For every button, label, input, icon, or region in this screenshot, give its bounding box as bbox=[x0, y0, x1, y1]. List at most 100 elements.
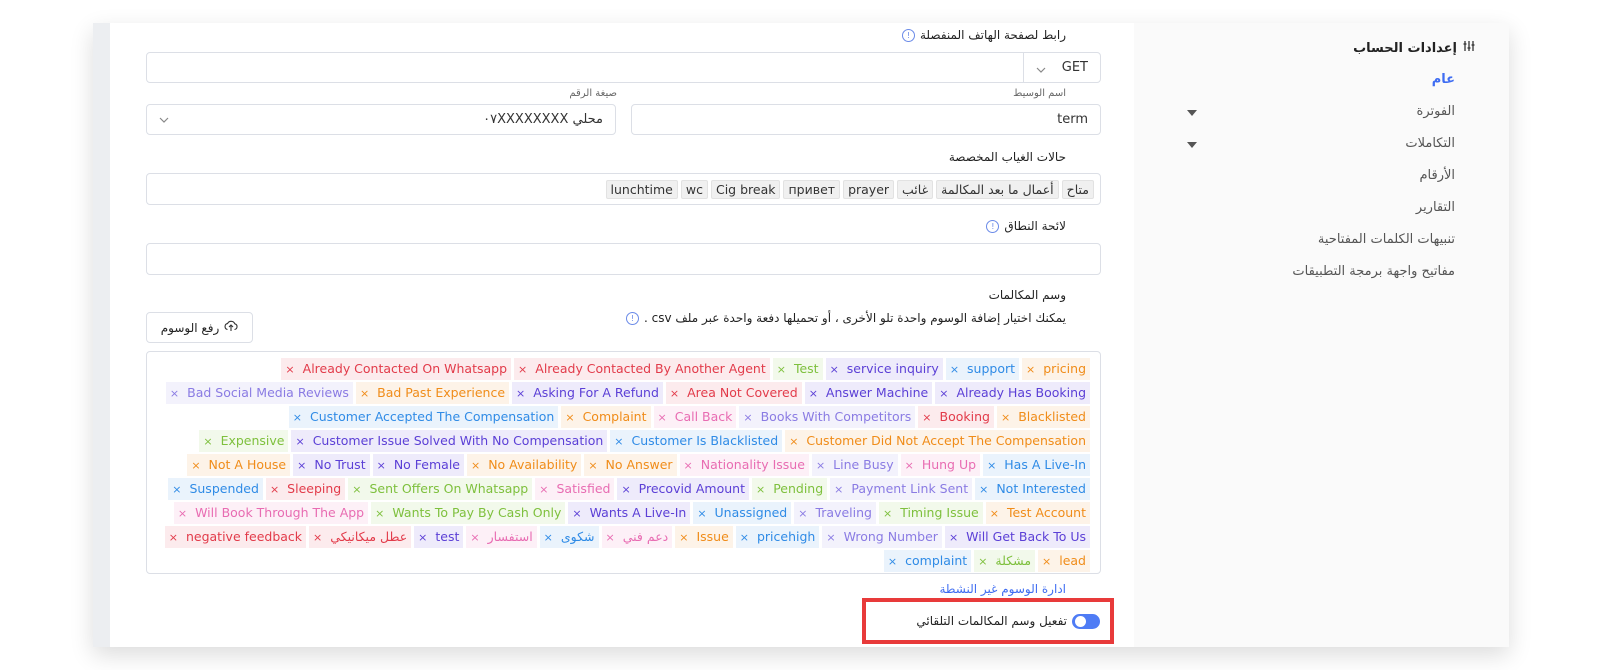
remove-tag-icon[interactable]: × bbox=[539, 480, 548, 499]
remove-tag-icon[interactable]: × bbox=[270, 480, 279, 499]
remove-tag-icon[interactable]: × bbox=[621, 480, 630, 499]
call-tag-label: Unassigned bbox=[714, 505, 788, 520]
remove-tag-icon[interactable]: × bbox=[816, 456, 825, 475]
tag-row: Already Has Booking× Answer Machine× Area … bbox=[163, 382, 1090, 404]
call-tag-label: Booking bbox=[939, 409, 990, 424]
sidebar-item[interactable]: التقارير bbox=[1416, 200, 1455, 215]
remove-tag-icon[interactable]: × bbox=[743, 408, 752, 427]
remove-tag-icon[interactable]: × bbox=[295, 432, 304, 451]
remove-tag-icon[interactable]: × bbox=[684, 456, 693, 475]
remove-tag-icon[interactable]: × bbox=[178, 504, 187, 523]
method-select[interactable]: GET bbox=[1023, 53, 1100, 82]
call-tag-label: Wants A Live-In bbox=[589, 505, 687, 520]
remove-tag-icon[interactable]: × bbox=[670, 384, 679, 403]
remove-tag-icon[interactable]: × bbox=[285, 360, 294, 379]
call-tag: Expensive × bbox=[199, 430, 289, 452]
remove-tag-icon[interactable]: × bbox=[293, 408, 302, 427]
call-tag: Customer Issue Solved With No Compensati… bbox=[291, 430, 608, 452]
remove-tag-icon[interactable]: × bbox=[789, 432, 798, 451]
call-tag-label: Already Contacted By Another Agent bbox=[535, 361, 766, 376]
remove-tag-icon[interactable]: × bbox=[834, 480, 843, 499]
caret-down-icon[interactable] bbox=[1187, 110, 1197, 116]
call-tag-label: lead bbox=[1059, 553, 1086, 568]
remove-tag-icon[interactable]: × bbox=[658, 408, 667, 427]
remove-tag-icon[interactable]: × bbox=[606, 528, 615, 547]
remove-tag-icon[interactable]: × bbox=[939, 384, 948, 403]
remove-tag-icon[interactable]: × bbox=[1026, 360, 1035, 379]
caret-down-icon[interactable] bbox=[1187, 142, 1197, 148]
param-name-input[interactable]: term bbox=[631, 104, 1101, 135]
chevron-down-icon bbox=[1036, 58, 1046, 77]
call-tag-label: Will Book Through The App bbox=[195, 505, 365, 520]
remove-tag-icon[interactable]: × bbox=[544, 528, 553, 547]
remove-tag-icon[interactable]: × bbox=[203, 432, 212, 451]
remove-tag-icon[interactable]: × bbox=[1001, 408, 1010, 427]
remove-tag-icon[interactable]: × bbox=[516, 384, 525, 403]
sidebar-item[interactable]: التكاملات bbox=[1405, 136, 1455, 151]
call-tag-label: Test bbox=[793, 361, 819, 376]
call-tag-label: Already Has Booking bbox=[956, 385, 1086, 400]
remove-tag-icon[interactable]: × bbox=[518, 360, 527, 379]
scope-input[interactable] bbox=[146, 243, 1101, 275]
remove-tag-icon[interactable]: × bbox=[756, 480, 765, 499]
remove-tag-icon[interactable]: × bbox=[360, 384, 369, 403]
remove-tag-icon[interactable]: × bbox=[883, 504, 892, 523]
remove-tag-icon[interactable]: × bbox=[352, 480, 361, 499]
remove-tag-icon[interactable]: × bbox=[740, 528, 749, 547]
remove-tag-icon[interactable]: × bbox=[905, 456, 914, 475]
number-format-select[interactable]: محلي ٠٧XXXXXXXX bbox=[146, 104, 616, 135]
remove-tag-icon[interactable]: × bbox=[588, 456, 597, 475]
remove-tag-icon[interactable]: × bbox=[375, 504, 384, 523]
remove-tag-icon[interactable]: × bbox=[826, 528, 835, 547]
remove-tag-icon[interactable]: × bbox=[679, 528, 688, 547]
sidebar-item[interactable]: الأرقام bbox=[1419, 168, 1455, 183]
remove-tag-icon[interactable]: × bbox=[572, 504, 581, 523]
remove-tag-icon[interactable]: × bbox=[990, 504, 999, 523]
call-tag-label: Customer Did Not Accept The Compensation bbox=[806, 433, 1086, 448]
remove-tag-icon[interactable]: × bbox=[470, 528, 479, 547]
absence-chips-input[interactable]: متاح أعمال ما بعد المكالمة غائب prayer приве… bbox=[146, 173, 1101, 205]
sidebar-item[interactable]: تنبيهات الكلمات المفتاحية bbox=[1318, 232, 1455, 247]
remove-tag-icon[interactable]: × bbox=[950, 360, 959, 379]
remove-tag-icon[interactable]: × bbox=[697, 504, 706, 523]
remove-tag-icon[interactable]: × bbox=[418, 528, 427, 547]
upload-tags-button[interactable]: رفع الوسوم bbox=[146, 312, 253, 343]
remove-tag-icon[interactable]: × bbox=[777, 360, 786, 379]
call-tag-label: Already Contacted On Whatsapp bbox=[302, 361, 508, 376]
call-tag-label: Call Back bbox=[674, 409, 733, 424]
remove-tag-icon[interactable]: × bbox=[313, 528, 322, 547]
call-tag: Line Busy × bbox=[811, 454, 898, 476]
call-tag-label: Wants To Pay By Cash Only bbox=[392, 505, 562, 520]
remove-tag-icon[interactable]: × bbox=[830, 360, 839, 379]
manage-inactive-tags-link[interactable]: ادارة الوسوم غير النشطة bbox=[939, 582, 1066, 596]
remove-tag-icon[interactable]: × bbox=[987, 456, 996, 475]
remove-tag-icon[interactable]: × bbox=[170, 384, 179, 403]
remove-tag-icon[interactable]: × bbox=[377, 456, 386, 475]
call-tag: test × bbox=[414, 526, 464, 548]
remove-tag-icon[interactable]: × bbox=[471, 456, 480, 475]
call-tag: Call Back × bbox=[653, 406, 737, 428]
sidebar-item[interactable]: مفاتيح واجهة برمجة التطبيقات bbox=[1292, 264, 1455, 279]
call-tag-label: مشكلة bbox=[995, 553, 1032, 568]
remove-tag-icon[interactable]: × bbox=[979, 480, 988, 499]
remove-tag-icon[interactable]: × bbox=[297, 456, 306, 475]
sidebar-item[interactable]: عام bbox=[1432, 72, 1455, 87]
remove-tag-icon[interactable]: × bbox=[169, 528, 178, 547]
remove-tag-icon[interactable]: × bbox=[614, 432, 623, 451]
remove-tag-icon[interactable]: × bbox=[978, 552, 987, 571]
call-tag-label: Suspended bbox=[189, 481, 259, 496]
remove-tag-icon[interactable]: × bbox=[191, 456, 200, 475]
call-tag-label: Has A Live-In bbox=[1004, 457, 1086, 472]
remove-tag-icon[interactable]: × bbox=[809, 384, 818, 403]
remove-tag-icon[interactable]: × bbox=[565, 408, 574, 427]
remove-tag-icon[interactable]: × bbox=[798, 504, 807, 523]
sidebar-item[interactable]: الفوترة bbox=[1417, 104, 1455, 119]
remove-tag-icon[interactable]: × bbox=[1042, 552, 1051, 571]
call-tag-label: Blacklisted bbox=[1018, 409, 1086, 424]
remove-tag-icon[interactable]: × bbox=[922, 408, 931, 427]
call-tag-label: Bad Social Media Reviews bbox=[187, 385, 349, 400]
remove-tag-icon[interactable]: × bbox=[949, 528, 958, 547]
remove-tag-icon[interactable]: × bbox=[888, 552, 897, 571]
remove-tag-icon[interactable]: × bbox=[172, 480, 181, 499]
url-input[interactable]: GET bbox=[146, 52, 1101, 83]
